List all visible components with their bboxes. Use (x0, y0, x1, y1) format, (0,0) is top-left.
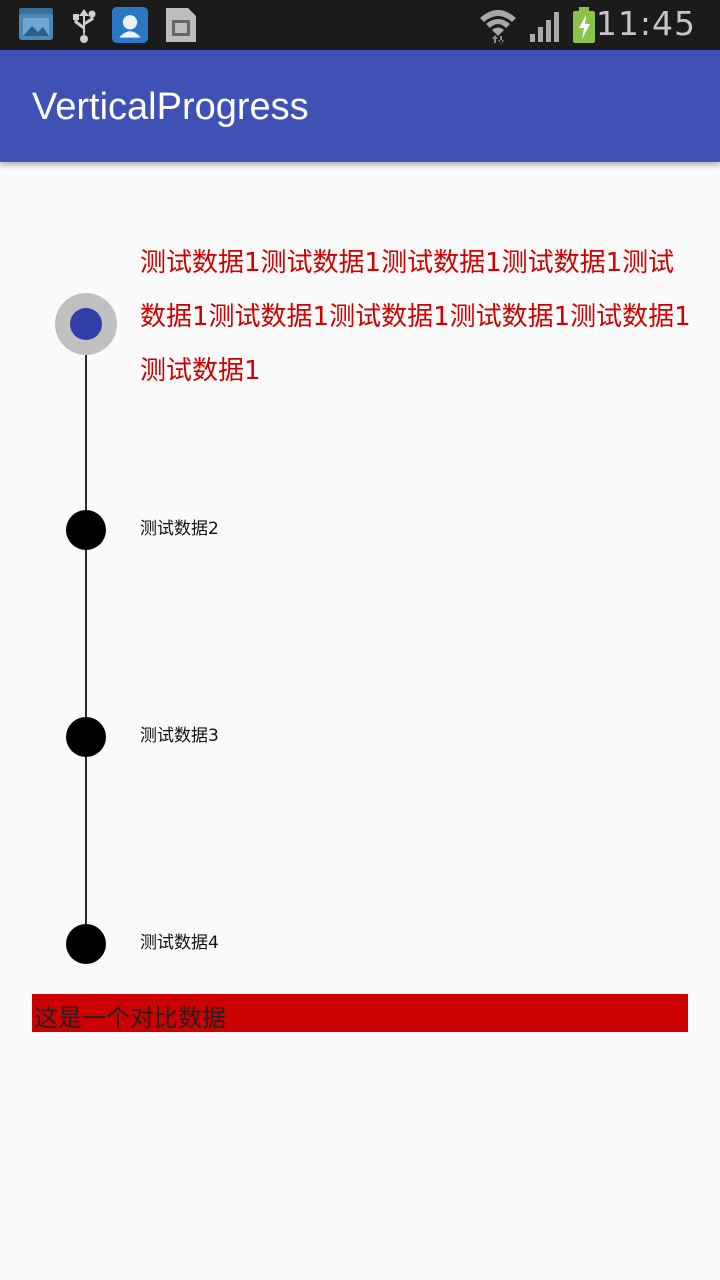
comparison-bar: 这是一个对比数据 (32, 994, 688, 1032)
sim-card-icon (166, 8, 196, 42)
page-title: VerticalProgress (32, 86, 309, 128)
usb-icon (73, 9, 96, 43)
battery-charging-icon (573, 7, 595, 43)
comparison-text: 这是一个对比数据 (34, 1004, 226, 1032)
gallery-icon (19, 8, 53, 40)
app-icon (112, 7, 148, 43)
step-2-indicator (66, 510, 106, 550)
step-2-label: 测试数据2 (140, 519, 219, 539)
status-time: 11:45 (595, 4, 696, 43)
step-3-label: 测试数据3 (140, 726, 219, 746)
step-3-indicator (66, 717, 106, 757)
step-4-indicator (66, 924, 106, 964)
app-bar: VerticalProgress (0, 50, 720, 162)
step-1-indicator (70, 308, 102, 340)
step-4-label: 测试数据4 (140, 933, 219, 953)
wifi-icon (480, 10, 516, 44)
signal-icon (530, 12, 559, 42)
step-1-label: 测试数据1测试数据1测试数据1测试数据1测试数据1测试数据1测试数据1测试数据1… (140, 248, 691, 386)
timeline-line (85, 324, 87, 944)
status-bar: 11:45 (0, 0, 720, 50)
